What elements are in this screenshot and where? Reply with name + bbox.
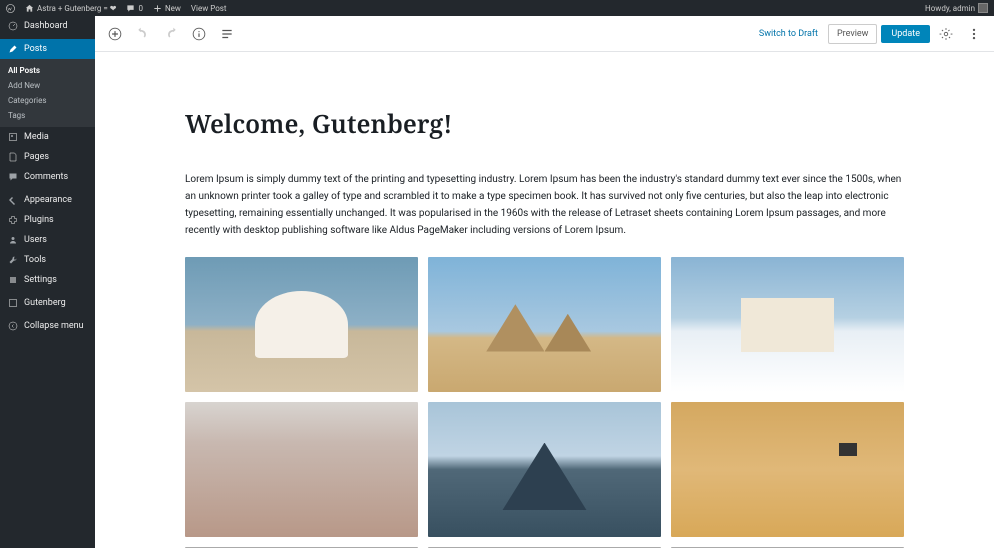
menu-tools[interactable]: Tools (0, 250, 95, 270)
menu-media[interactable]: Media (0, 127, 95, 147)
submenu-tags[interactable]: Tags (0, 108, 95, 123)
update-button[interactable]: Update (881, 25, 930, 43)
post-title[interactable]: Welcome, Gutenberg! (185, 107, 904, 141)
submenu-all-posts[interactable]: All Posts (0, 63, 95, 78)
submenu-categories[interactable]: Categories (0, 93, 95, 108)
menu-users[interactable]: Users (0, 230, 95, 250)
comment-count: 0 (138, 4, 143, 13)
comments-link[interactable]: 0 (126, 4, 143, 13)
switch-draft-link[interactable]: Switch to Draft (753, 29, 824, 39)
menu-gutenberg[interactable]: Gutenberg (0, 293, 95, 313)
redo-button[interactable] (159, 22, 183, 46)
post-paragraph[interactable]: Lorem Ipsum is simply dummy text of the … (185, 171, 904, 239)
wp-logo[interactable] (6, 4, 15, 13)
new-label: New (165, 4, 181, 13)
undo-button[interactable] (131, 22, 155, 46)
gallery-image[interactable] (671, 257, 904, 392)
preview-button[interactable]: Preview (828, 24, 877, 44)
editor: Switch to Draft Preview Update Welcome, … (95, 16, 994, 548)
settings-toggle-button[interactable] (934, 22, 958, 46)
site-name-link[interactable]: Astra + Gutenberg = ❤ (25, 4, 116, 13)
menu-settings[interactable]: Settings (0, 270, 95, 290)
content-structure-button[interactable] (215, 22, 239, 46)
site-name: Astra + Gutenberg = ❤ (37, 4, 116, 13)
add-block-button[interactable] (103, 22, 127, 46)
menu-appearance[interactable]: Appearance (0, 190, 95, 210)
avatar (978, 3, 988, 13)
menu-pages[interactable]: Pages (0, 147, 95, 167)
menu-comments[interactable]: Comments (0, 167, 95, 187)
admin-bar: Astra + Gutenberg = ❤ 0 New View Post Ho… (0, 0, 994, 16)
editor-content[interactable]: Welcome, Gutenberg! Lorem Ipsum is simpl… (95, 52, 994, 548)
info-button[interactable] (187, 22, 211, 46)
editor-toolbar: Switch to Draft Preview Update (95, 16, 994, 52)
admin-sidebar: Dashboard Posts All Posts Add New Catego… (0, 16, 95, 548)
new-link[interactable]: New (153, 4, 181, 13)
view-post-link[interactable]: View Post (191, 4, 227, 13)
gallery-image[interactable] (428, 257, 661, 392)
menu-collapse[interactable]: Collapse menu (0, 316, 95, 336)
gallery-block[interactable] (185, 257, 904, 548)
gallery-image[interactable] (671, 402, 904, 537)
gallery-image[interactable] (428, 402, 661, 537)
menu-plugins[interactable]: Plugins (0, 210, 95, 230)
greeting[interactable]: Howdy, admin (925, 3, 988, 13)
submenu-add-new[interactable]: Add New (0, 78, 95, 93)
menu-posts[interactable]: Posts (0, 39, 95, 59)
more-menu-button[interactable] (962, 22, 986, 46)
gallery-image[interactable] (185, 257, 418, 392)
gallery-image[interactable] (185, 402, 418, 537)
submenu-posts: All Posts Add New Categories Tags (0, 59, 95, 127)
menu-dashboard[interactable]: Dashboard (0, 16, 95, 36)
